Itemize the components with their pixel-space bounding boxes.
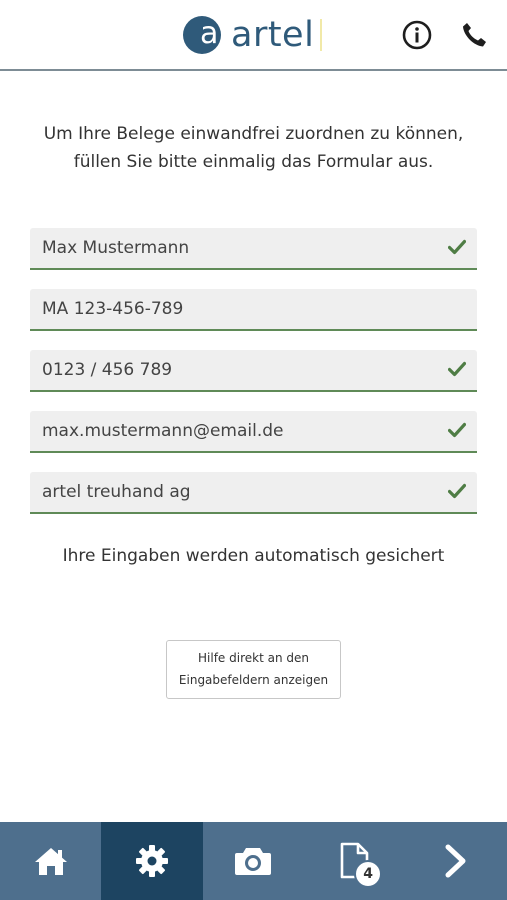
tab-settings[interactable]	[101, 822, 203, 900]
client-number-input[interactable]	[30, 289, 430, 329]
tab-camera[interactable]	[203, 822, 304, 900]
logo-mark-letter: a	[200, 16, 219, 51]
gear-icon	[136, 845, 169, 877]
info-button[interactable]	[401, 19, 433, 51]
logo-mark: a	[183, 16, 221, 54]
bottom-tab-bar: 4	[0, 822, 507, 900]
help-button-line-1: Hilfe direkt an den	[198, 651, 309, 665]
company-field	[30, 472, 477, 514]
help-button-line-2: Eingabefeldern anzeigen	[178, 673, 329, 687]
chevron-right-icon	[445, 844, 466, 878]
phone-field	[30, 350, 477, 392]
check-icon	[448, 239, 466, 255]
intro-line-1: Um Ihre Belege einwandfrei zuordnen zu k…	[43, 124, 464, 144]
name-field	[30, 228, 477, 270]
logo-text: artel	[231, 15, 315, 55]
home-icon	[34, 848, 67, 875]
help-button[interactable]: Hilfe direkt an den Eingabefeldern anzei…	[166, 640, 341, 699]
logo-divider	[320, 19, 323, 51]
tab-next[interactable]	[406, 822, 507, 900]
company-input[interactable]	[30, 472, 430, 512]
intro-line-2: füllen Sie bitte einmalig das Formular a…	[73, 152, 434, 172]
check-icon	[448, 361, 466, 377]
form-intro: Um Ihre Belege einwandfrei zuordnen zu k…	[20, 120, 487, 176]
check-icon	[448, 422, 466, 438]
name-input[interactable]	[30, 228, 430, 268]
email-field	[30, 411, 477, 453]
phone-input[interactable]	[30, 350, 430, 390]
phone-icon	[463, 23, 486, 47]
client-number-field	[30, 289, 477, 331]
artel-logo: a artel	[183, 15, 323, 55]
autosave-note: Ihre Eingaben werden automatisch gesiche…	[62, 546, 445, 566]
app-header: a artel	[0, 0, 507, 71]
check-icon	[448, 483, 466, 499]
email-input[interactable]	[30, 411, 430, 451]
camera-icon	[235, 848, 272, 875]
tab-documents[interactable]: 4	[304, 822, 405, 900]
tab-home[interactable]	[0, 822, 101, 900]
info-icon	[402, 20, 432, 50]
documents-count-badge: 4	[354, 860, 383, 888]
phone-button[interactable]	[458, 19, 490, 51]
